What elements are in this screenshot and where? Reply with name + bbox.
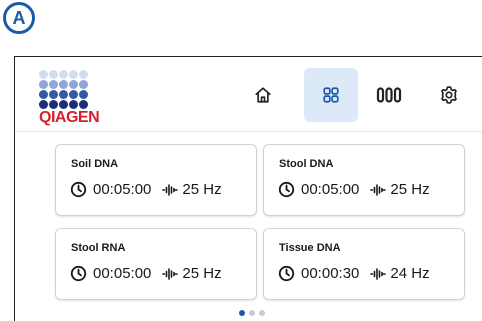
- protocol-name: Tissue DNA: [279, 242, 341, 254]
- gear-icon: [441, 86, 457, 104]
- protocol-meta: 00:05:00 25 Hz: [278, 181, 430, 198]
- waveform-icon: [162, 183, 179, 196]
- protocol-card[interactable]: Stool DNA 00:05:00 25 Hz: [263, 144, 465, 216]
- nav-home-button[interactable]: [236, 68, 290, 122]
- logo-dot: [59, 70, 68, 79]
- logo-dot: [39, 80, 48, 89]
- page-dot-active[interactable]: [239, 310, 245, 316]
- protocol-time: 00:05:00: [93, 181, 152, 198]
- grid-icon: [323, 87, 339, 103]
- logo-dot: [59, 90, 68, 99]
- protocol-card[interactable]: Tissue DNA 00:00:30 24 Hz: [263, 228, 465, 300]
- nav-protocols-button[interactable]: [304, 68, 358, 122]
- logo-dot: [69, 80, 78, 89]
- logo-text: QIAGEN: [39, 109, 100, 126]
- protocol-frequency: 25 Hz: [390, 181, 430, 198]
- page-indicator[interactable]: [239, 310, 269, 316]
- protocol-card[interactable]: Soil DNA 00:05:00 25 Hz: [55, 144, 257, 216]
- logo-dot: [49, 80, 58, 89]
- protocol-meta: 00:05:00 25 Hz: [70, 181, 222, 198]
- protocol-frequency: 24 Hz: [390, 265, 430, 282]
- logo-dot: [79, 80, 88, 89]
- device-screen: QIAGEN Soil DNA 00:05:00 25 Hz Stool DNA…: [14, 56, 482, 321]
- nav-samples-button[interactable]: [362, 68, 416, 122]
- waveform-icon: [370, 267, 387, 280]
- logo-dot: [49, 100, 58, 109]
- protocol-meta: 00:00:30 24 Hz: [278, 265, 430, 282]
- logo-dot: [69, 100, 78, 109]
- logo-dot: [39, 90, 48, 99]
- top-bar: QIAGEN: [15, 57, 482, 132]
- protocol-frequency: 25 Hz: [182, 181, 222, 198]
- nav-settings-button[interactable]: [422, 68, 476, 122]
- tubes-icon: [376, 87, 402, 103]
- logo-dot: [69, 70, 78, 79]
- logo-dots: [39, 70, 99, 109]
- protocol-name: Stool DNA: [279, 158, 334, 170]
- protocol-frequency: 25 Hz: [182, 265, 222, 282]
- panel-label: A: [3, 2, 35, 34]
- logo-dot: [79, 100, 88, 109]
- protocol-time: 00:05:00: [301, 181, 360, 198]
- logo-dot: [69, 90, 78, 99]
- logo-dot: [59, 100, 68, 109]
- clock-icon: [70, 181, 87, 198]
- protocol-card[interactable]: Stool RNA 00:05:00 25 Hz: [55, 228, 257, 300]
- clock-icon: [70, 265, 87, 282]
- protocol-meta: 00:05:00 25 Hz: [70, 265, 222, 282]
- logo-dot: [39, 100, 48, 109]
- waveform-icon: [370, 183, 387, 196]
- logo-dot: [49, 90, 58, 99]
- protocol-time: 00:05:00: [93, 265, 152, 282]
- logo-dot: [79, 70, 88, 79]
- logo-dot: [59, 80, 68, 89]
- page-dot[interactable]: [259, 310, 265, 316]
- clock-icon: [278, 265, 295, 282]
- clock-icon: [278, 181, 295, 198]
- protocol-name: Soil DNA: [71, 158, 119, 170]
- home-icon: [255, 87, 271, 103]
- logo-dot: [79, 90, 88, 99]
- logo-dot: [39, 70, 48, 79]
- protocol-name: Stool RNA: [71, 242, 126, 254]
- logo-dot: [49, 70, 58, 79]
- waveform-icon: [162, 267, 179, 280]
- page-dot[interactable]: [249, 310, 255, 316]
- protocol-time: 00:00:30: [301, 265, 360, 282]
- figure: A QIAGEN Soil DNA 00:05:00 25 Hz Stool D…: [0, 0, 482, 321]
- qiagen-logo: QIAGEN: [39, 70, 100, 126]
